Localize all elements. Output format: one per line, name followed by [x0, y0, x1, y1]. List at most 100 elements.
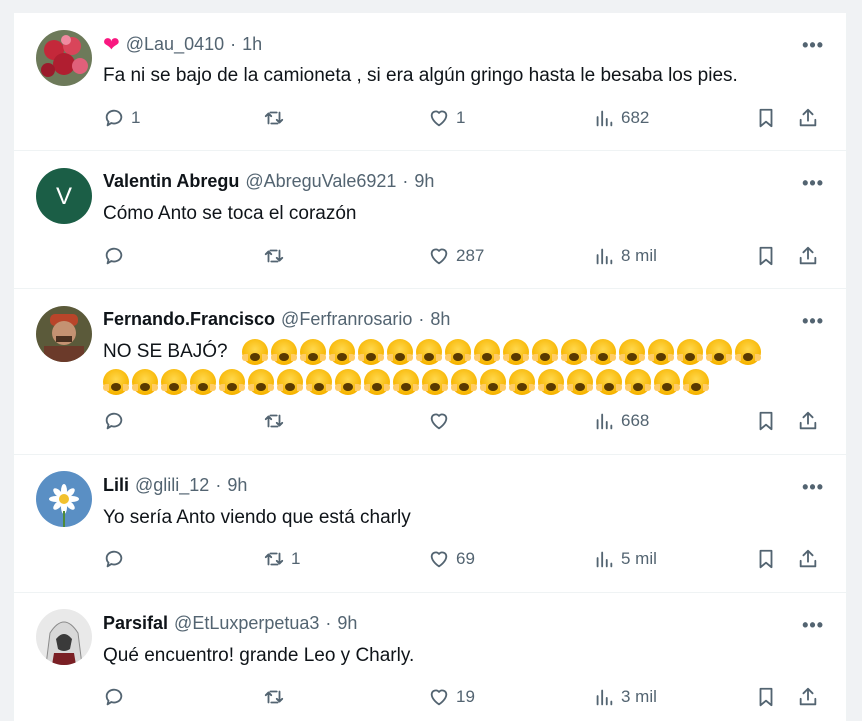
more-icon[interactable]: •••	[802, 477, 824, 498]
tweet-header: Lili @glili_12 · 9h	[103, 475, 247, 496]
reply-button[interactable]	[103, 686, 131, 708]
retweet-icon	[264, 111, 284, 125]
avatar[interactable]	[36, 471, 92, 527]
bookmark-button[interactable]	[755, 107, 777, 129]
display-name[interactable]: Lili	[103, 475, 129, 496]
share-icon	[799, 549, 817, 568]
reply-button[interactable]: 1	[103, 107, 140, 129]
action-bar: 1 69 5 mil	[103, 548, 823, 574]
screaming-face-emoji	[190, 369, 216, 395]
action-bar: 19 3 mil	[103, 686, 823, 712]
bookmark-button[interactable]	[755, 686, 777, 708]
screaming-face-emoji	[364, 369, 390, 395]
screaming-face-emoji	[277, 369, 303, 395]
display-name[interactable]: Valentin Abregu	[103, 171, 239, 192]
retweet-icon	[264, 249, 284, 263]
share-button[interactable]	[797, 686, 819, 708]
tweet-text: Fa ni se bajo de la camioneta , si era a…	[103, 65, 738, 86]
timestamp[interactable]: 9h	[337, 613, 357, 634]
display-name[interactable]: Fernando.Francisco	[103, 309, 275, 330]
view-count: 3 mil	[621, 687, 657, 706]
screaming-face-emoji	[677, 339, 703, 365]
timestamp[interactable]: 8h	[430, 309, 450, 330]
reply-button[interactable]	[103, 548, 131, 570]
like-button[interactable]: 287	[428, 245, 484, 267]
like-button[interactable]: 69	[428, 548, 475, 570]
screaming-face-emoji	[248, 369, 274, 395]
share-button[interactable]	[797, 548, 819, 570]
tweet-header: ❤ @Lau_0410 · 1h	[103, 34, 262, 55]
more-icon[interactable]: •••	[802, 615, 824, 636]
tweet[interactable]: ❤ @Lau_0410 · 1h ••• Fa ni se bajo de la…	[14, 13, 846, 151]
screaming-face-emoji	[300, 339, 326, 365]
views-button[interactable]: 682	[593, 107, 649, 129]
reply-button[interactable]	[103, 245, 131, 267]
tweet-text: Qué encuentro! grande Leo y Charly.	[103, 645, 415, 666]
more-icon[interactable]: •••	[802, 311, 824, 332]
bookmark-button[interactable]	[755, 410, 777, 432]
like-button[interactable]	[428, 410, 456, 432]
views-button[interactable]: 8 mil	[593, 245, 657, 267]
screaming-face-emoji	[219, 369, 245, 395]
avatar[interactable]: V	[36, 168, 92, 224]
like-icon	[430, 110, 448, 127]
screaming-face-emoji	[242, 339, 268, 365]
avatar[interactable]	[36, 306, 92, 362]
retweet-button[interactable]	[263, 410, 291, 432]
screaming-face-emoji	[654, 369, 680, 395]
user-handle[interactable]: @Ferfranrosario	[281, 309, 412, 330]
screaming-face-emoji	[445, 339, 471, 365]
separator: ·	[215, 475, 222, 495]
like-button[interactable]: 1	[428, 107, 465, 129]
user-handle[interactable]: @Lau_0410	[126, 34, 224, 55]
screaming-face-emoji	[567, 369, 593, 395]
timestamp[interactable]: 9h	[227, 475, 247, 496]
user-handle[interactable]: @glili_12	[135, 475, 209, 496]
avatar[interactable]	[36, 609, 92, 665]
like-button[interactable]: 19	[428, 686, 475, 708]
separator: ·	[230, 34, 237, 54]
share-icon	[799, 687, 817, 706]
views-button[interactable]: 5 mil	[593, 548, 657, 570]
more-icon[interactable]: •••	[802, 35, 824, 56]
bookmark-button[interactable]	[755, 245, 777, 267]
display-name[interactable]: Parsifal	[103, 613, 168, 634]
tweet[interactable]: V Valentin Abregu @AbreguVale6921 · 9h •…	[14, 151, 846, 289]
avatar[interactable]	[36, 30, 92, 86]
user-handle[interactable]: @AbreguVale6921	[245, 171, 396, 192]
view-count: 668	[621, 411, 650, 430]
reply-button[interactable]	[103, 410, 131, 432]
retweet-button[interactable]: 1	[263, 548, 300, 570]
tweet[interactable]: Lili @glili_12 · 9h ••• Yo sería Anto vi…	[14, 455, 846, 593]
tweet[interactable]: Parsifal @EtLuxperpetua3 · 9h ••• Qué en…	[14, 593, 846, 721]
like-count: 1	[456, 108, 466, 127]
screaming-face-emoji	[561, 339, 587, 365]
separator: ·	[418, 309, 425, 329]
screaming-face-emoji	[509, 369, 535, 395]
share-button[interactable]	[797, 245, 819, 267]
like-count: 287	[456, 246, 485, 265]
reply-icon	[105, 412, 123, 430]
bookmark-icon	[759, 108, 773, 128]
views-icon	[596, 110, 613, 127]
retweet-button[interactable]	[263, 245, 291, 267]
views-button[interactable]: 3 mil	[593, 686, 657, 708]
action-bar: 287 8 mil	[103, 245, 823, 271]
retweet-button[interactable]	[263, 107, 291, 129]
more-icon[interactable]: •••	[802, 173, 824, 194]
screaming-face-emoji	[706, 339, 732, 365]
share-button[interactable]	[797, 410, 819, 432]
like-count: 69	[456, 549, 475, 568]
view-count: 5 mil	[621, 549, 657, 568]
timestamp[interactable]: 1h	[242, 34, 262, 55]
views-button[interactable]: 668	[593, 410, 649, 432]
share-button[interactable]	[797, 107, 819, 129]
retweet-button[interactable]	[263, 686, 291, 708]
user-handle[interactable]: @EtLuxperpetua3	[174, 613, 319, 634]
screaming-face-emoji	[393, 369, 419, 395]
reply-icon	[105, 109, 123, 127]
tweet[interactable]: Fernando.Francisco @Ferfranrosario · 8h …	[14, 289, 846, 455]
bookmark-button[interactable]	[755, 548, 777, 570]
timestamp[interactable]: 9h	[414, 171, 434, 192]
views-icon	[596, 689, 613, 706]
